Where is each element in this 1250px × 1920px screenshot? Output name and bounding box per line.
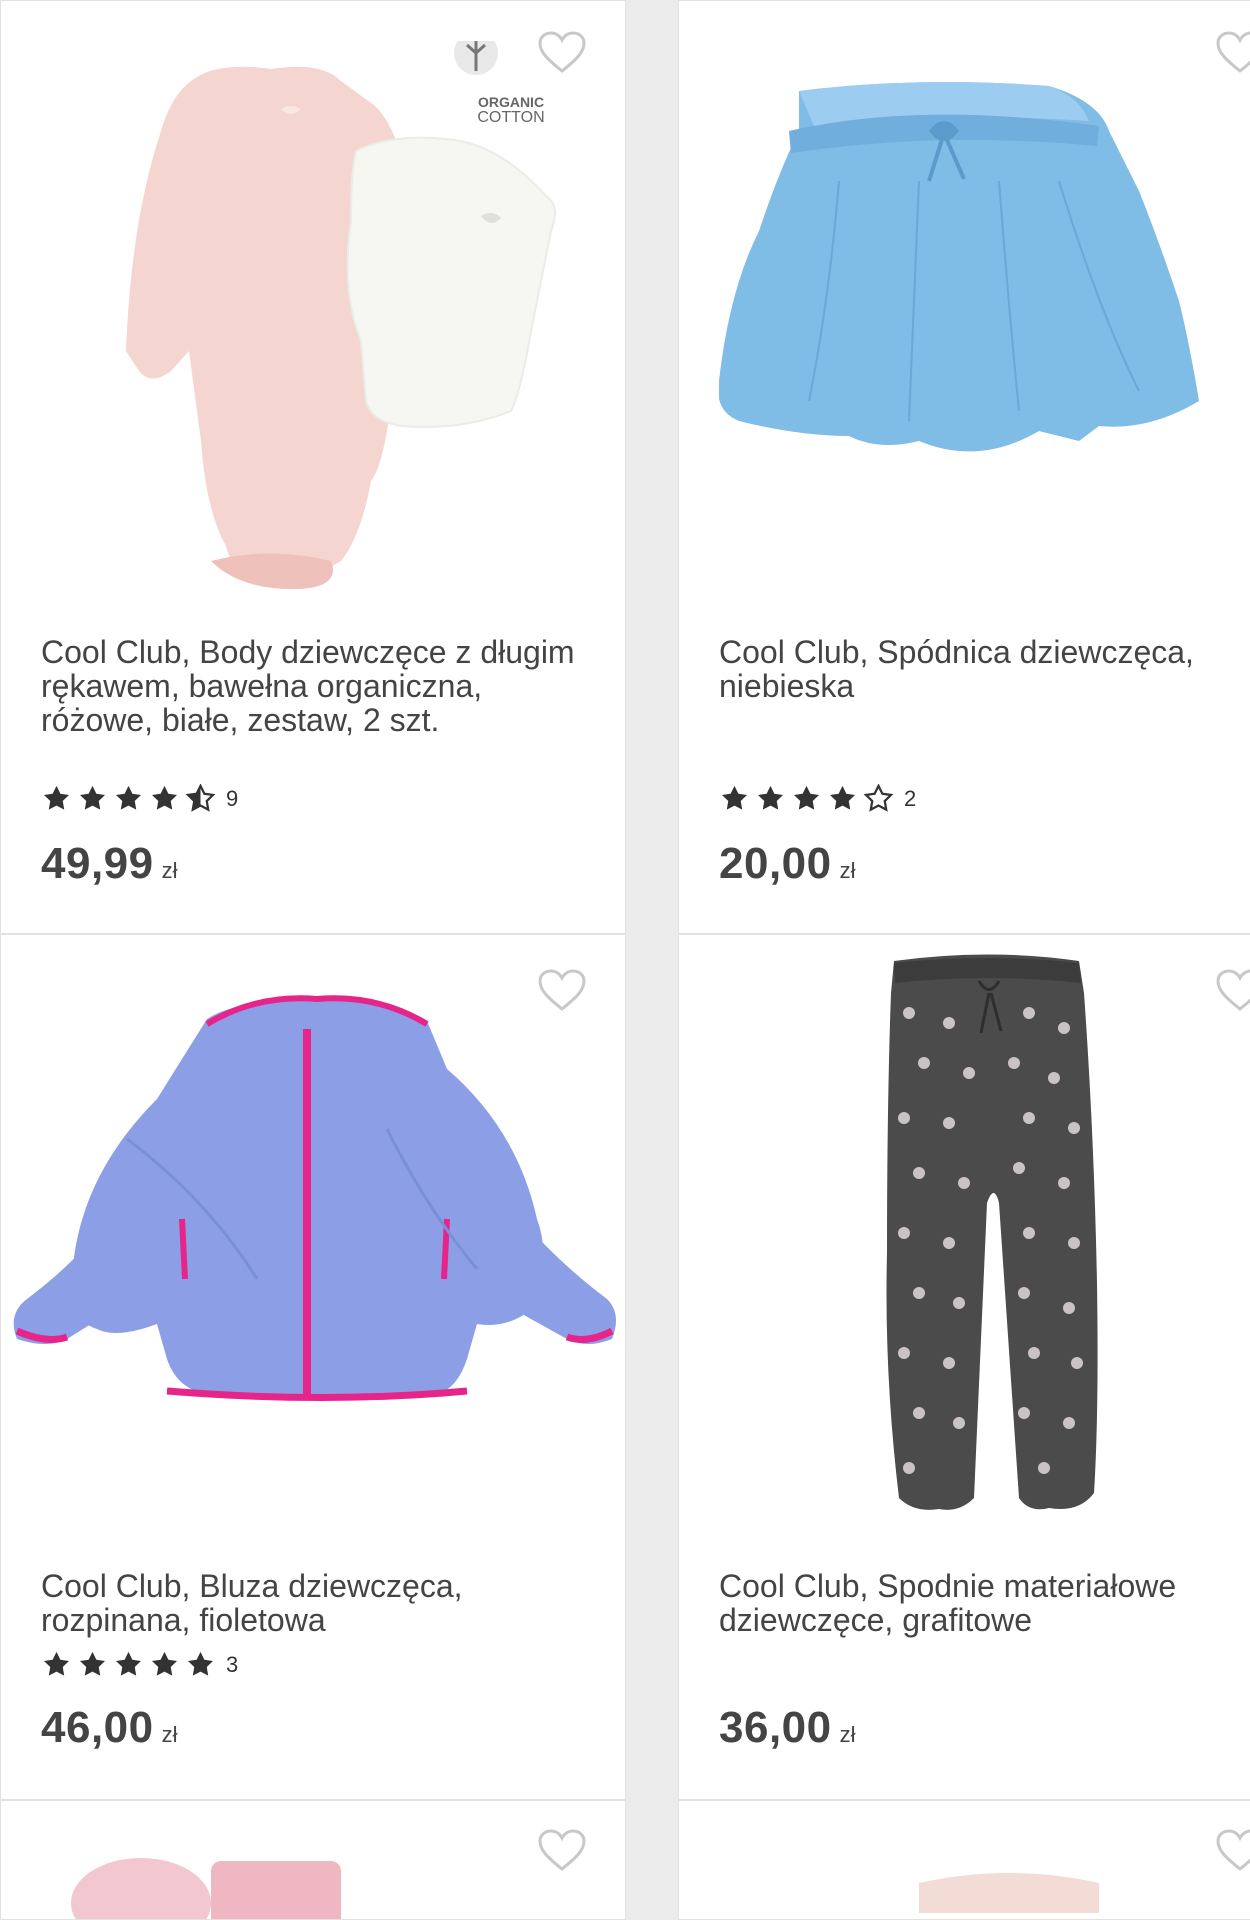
product-title[interactable]: Cool Club, Bluza dziewczęca, rozpinana, … bbox=[41, 1569, 581, 1637]
star-full-icon bbox=[830, 785, 855, 810]
star-half-icon bbox=[185, 784, 216, 812]
product-rating: 3 bbox=[41, 1649, 238, 1681]
price-value: 20,00 bbox=[719, 839, 832, 888]
badge-line-2: COTTON bbox=[477, 109, 545, 126]
product-title[interactable]: Cool Club, Spódnica dziewczęca, niebiesk… bbox=[719, 635, 1239, 703]
rating-count: 3 bbox=[226, 1652, 239, 1677]
product-card[interactable]: ORGANIC COTTON Cool Club, Body dziewczęc… bbox=[0, 0, 626, 934]
product-rating: 9 bbox=[41, 783, 238, 815]
badge-line-1: ORGANIC bbox=[477, 94, 545, 110]
star-full-icon bbox=[152, 785, 177, 810]
product-title[interactable]: Cool Club, Spodnie materiałowe dziewczęc… bbox=[719, 1569, 1239, 1637]
star-full-icon bbox=[794, 785, 819, 810]
product-card[interactable]: Cool Club, Spódnica dziewczęca, niebiesk… bbox=[678, 0, 1250, 934]
product-price: 20,00 zł bbox=[719, 839, 856, 889]
organic-badge-text: ORGANIC COTTON bbox=[471, 94, 551, 126]
star-full-icon bbox=[44, 785, 69, 810]
product-image[interactable] bbox=[51, 1843, 471, 1919]
product-image[interactable] bbox=[7, 979, 625, 1419]
wishlist-heart-icon[interactable] bbox=[1215, 31, 1250, 75]
wishlist-heart-icon[interactable] bbox=[537, 969, 587, 1013]
price-currency: zł bbox=[161, 1722, 178, 1747]
wishlist-heart-icon[interactable] bbox=[537, 31, 587, 75]
rating-count: 9 bbox=[226, 786, 239, 811]
product-image[interactable] bbox=[859, 1853, 1159, 1913]
star-full-icon bbox=[116, 785, 141, 810]
star-full-icon bbox=[116, 1651, 141, 1676]
price-value: 49,99 bbox=[41, 839, 154, 888]
product-card[interactable]: Cool Club, Bluza dziewczęca, rozpinana, … bbox=[0, 934, 626, 1800]
price-currency: zł bbox=[839, 1722, 856, 1747]
product-card[interactable]: Cool Club, Spodnie materiałowe dziewczęc… bbox=[678, 934, 1250, 1800]
product-card[interactable] bbox=[0, 1800, 626, 1920]
price-currency: zł bbox=[839, 858, 856, 883]
product-price: 49,99 zł bbox=[41, 839, 178, 889]
wishlist-heart-icon[interactable] bbox=[1215, 1829, 1250, 1873]
star-full-icon bbox=[80, 785, 105, 810]
product-image[interactable] bbox=[879, 953, 1109, 1543]
star-full-icon bbox=[80, 1651, 105, 1676]
product-card[interactable] bbox=[678, 1800, 1250, 1920]
product-title[interactable]: Cool Club, Body dziewczęce z długim ręka… bbox=[41, 635, 581, 737]
star-full-icon bbox=[758, 785, 783, 810]
product-price: 46,00 zł bbox=[41, 1703, 178, 1753]
price-currency: zł bbox=[161, 858, 178, 883]
wishlist-heart-icon[interactable] bbox=[1215, 969, 1250, 1013]
product-rating: 2 bbox=[719, 783, 916, 815]
star-full-icon bbox=[152, 1651, 177, 1676]
star-full-icon bbox=[188, 1651, 213, 1676]
price-value: 46,00 bbox=[41, 1703, 154, 1752]
star-empty-icon bbox=[863, 784, 894, 812]
wishlist-heart-icon[interactable] bbox=[537, 1829, 587, 1873]
star-full-icon bbox=[44, 1651, 69, 1676]
product-image[interactable] bbox=[719, 71, 1250, 501]
price-value: 36,00 bbox=[719, 1703, 832, 1752]
product-price: 36,00 zł bbox=[719, 1703, 856, 1753]
rating-count: 2 bbox=[904, 786, 917, 811]
star-full-icon bbox=[722, 785, 747, 810]
